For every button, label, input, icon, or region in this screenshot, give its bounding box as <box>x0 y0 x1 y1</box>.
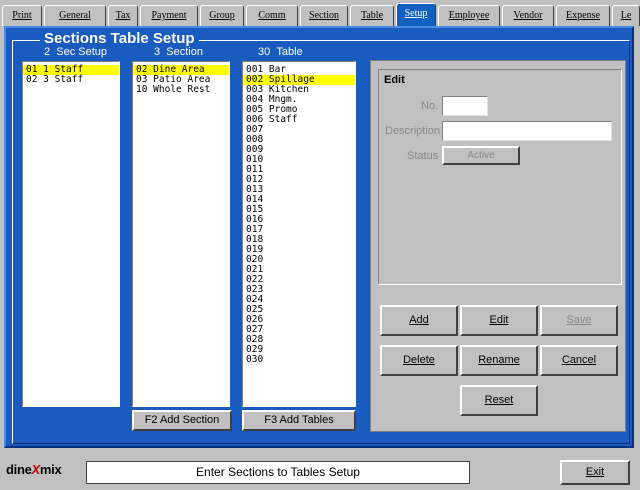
tab-employee[interactable]: Employee <box>438 5 500 26</box>
description-field[interactable] <box>442 121 612 141</box>
add-button-label: Add <box>409 314 429 326</box>
tab-section[interactable]: Section <box>300 5 348 26</box>
list-item[interactable]: 030 <box>243 355 355 365</box>
tab-more[interactable]: Le <box>612 5 640 26</box>
save-button[interactable]: Save <box>540 305 618 336</box>
tab-general[interactable]: General <box>44 5 106 26</box>
sec-setup-count: 2 <box>44 46 51 58</box>
table-count: 30 <box>258 46 271 58</box>
status-button[interactable]: Active <box>442 146 520 165</box>
logo-text-x: X <box>31 462 41 477</box>
no-field[interactable] <box>442 96 488 116</box>
status-message: Enter Sections to Tables Setup <box>86 461 470 484</box>
section-list[interactable]: 02 Dine Area 03 Patio Area 10 Whole Rest <box>132 61 230 407</box>
edit-button[interactable]: Edit <box>460 305 538 336</box>
edit-group: Edit No. Description Status Active <box>378 69 622 285</box>
section-title: Section <box>166 46 203 58</box>
sec-setup-title: Sec Setup <box>56 46 108 58</box>
logo-text-dine: dine <box>6 462 32 477</box>
main-panel: Sections Table Setup 2 Sec Setup 3 Secti… <box>4 26 634 448</box>
exit-button[interactable]: Exit <box>560 460 630 485</box>
table-header: 30 Table <box>258 46 303 58</box>
list-item[interactable]: 10 Whole Rest <box>133 85 229 95</box>
add-button[interactable]: Add <box>380 305 458 336</box>
rename-button-label: Rename <box>478 354 520 366</box>
status-label: Status <box>407 150 439 162</box>
tab-group[interactable]: Group <box>200 5 244 26</box>
tab-payment[interactable]: Payment <box>140 5 198 26</box>
footer-bar: dineXmix Enter Sections to Tables Setup … <box>0 452 640 490</box>
section-header: 3 Section <box>154 46 203 58</box>
cancel-button[interactable]: Cancel <box>540 345 618 376</box>
list-item[interactable]: 02 3 Staff <box>23 75 119 85</box>
dinemix-logo: dineXmix <box>6 462 62 477</box>
sec-setup-header: 2 Sec Setup <box>44 46 107 58</box>
reset-button-label: Reset <box>484 394 514 406</box>
edit-panel: Edit No. Description Status Active Add E… <box>370 60 626 432</box>
table-title: Table <box>276 46 303 58</box>
add-section-button[interactable]: F2 Add Section <box>132 410 232 431</box>
edit-title: Edit <box>384 74 405 86</box>
reset-button[interactable]: Reset <box>460 385 538 416</box>
no-label: No. <box>421 100 439 112</box>
tab-tax[interactable]: Tax <box>108 5 138 26</box>
tab-expense[interactable]: Expense <box>556 5 610 26</box>
add-tables-button[interactable]: F3 Add Tables <box>242 410 356 431</box>
exit-button-label: Exit <box>585 466 605 478</box>
page-title: Sections Table Setup <box>40 30 199 47</box>
tab-comm[interactable]: Comm <box>246 5 298 26</box>
tab-print[interactable]: Print <box>2 5 42 26</box>
tab-vendor[interactable]: Vendor <box>502 5 554 26</box>
logo-text-mix: mix <box>39 462 62 477</box>
tab-table[interactable]: Table <box>350 5 394 26</box>
sec-setup-list[interactable]: 01 1 Staff 02 3 Staff <box>22 61 120 407</box>
cancel-button-label: Cancel <box>561 354 597 366</box>
save-button-label: Save <box>566 314 592 326</box>
edit-button-label: Edit <box>489 314 509 326</box>
delete-button-label: Delete <box>403 354 435 366</box>
tab-bar: Print General Tax Payment Group Comm Sec… <box>0 0 640 27</box>
section-count: 3 <box>154 46 161 58</box>
delete-button[interactable]: Delete <box>380 345 458 376</box>
table-list[interactable]: 001 Bar 002 Spillage 003 Kitchen 004 Mng… <box>242 61 356 407</box>
description-label: Description <box>385 125 441 137</box>
tab-setup[interactable]: Setup <box>396 3 436 27</box>
rename-button[interactable]: Rename <box>460 345 538 376</box>
